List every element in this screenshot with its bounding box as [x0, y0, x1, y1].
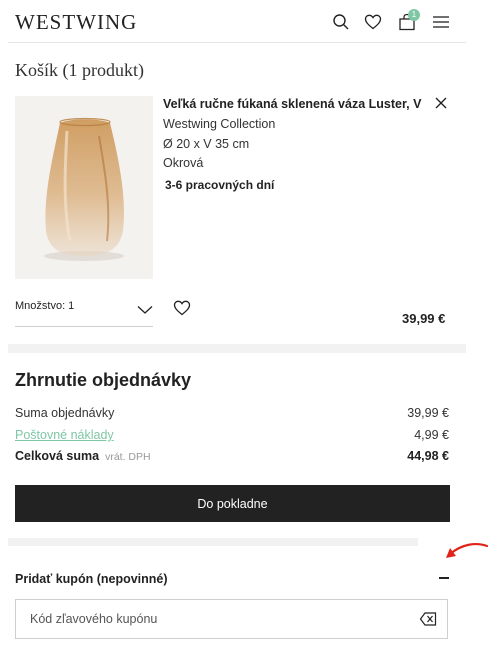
product-color: Okrová [163, 156, 204, 170]
wishlist-heart-icon[interactable] [173, 300, 191, 321]
product-dimensions: Ø 20 x V 35 cm [163, 137, 250, 151]
section-divider-2 [8, 538, 418, 546]
coupon-toggle-label[interactable]: Pridať kupón (nepovinné) [15, 572, 168, 586]
product-price: 39,99 € [402, 311, 446, 326]
clear-input-icon[interactable] [419, 611, 437, 627]
summary-title: Zhrnutie objednávky [15, 370, 192, 390]
shipping-link[interactable]: Poštovné náklady [15, 428, 114, 442]
search-icon[interactable] [331, 12, 351, 32]
checkout-button[interactable]: Do pokladne [15, 485, 450, 522]
subtotal-value: 39,99 € [407, 406, 449, 420]
coupon-input[interactable] [30, 600, 410, 638]
cart-count-badge: 1 [408, 9, 420, 21]
subtotal-label: Suma objednávky [15, 406, 115, 420]
collapse-minus-icon[interactable] [439, 577, 449, 579]
product-brand: Westwing Collection [163, 117, 276, 131]
total-value: 44,98 € [407, 449, 449, 463]
quantity-underline [15, 326, 153, 327]
product-name[interactable]: Veľká ručne fúkaná sklenená váza Luster,… [163, 97, 425, 111]
header-divider [8, 42, 466, 43]
chevron-down-icon[interactable] [137, 302, 153, 320]
heart-icon[interactable] [363, 12, 383, 32]
annotation-arrow-icon [438, 540, 489, 571]
vat-note: vrát. DPH [105, 451, 151, 463]
remove-item-icon[interactable] [434, 96, 448, 115]
total-row-label: Celková suma vrát. DPH [15, 449, 151, 463]
shipping-value: 4,99 € [414, 428, 449, 442]
section-divider [8, 344, 466, 353]
delivery-time: 3-6 pracovných dní [165, 178, 275, 192]
menu-icon[interactable] [431, 12, 451, 32]
quantity-select[interactable]: Množstvo: 1 [15, 300, 74, 312]
coupon-field [15, 599, 448, 639]
cart-title: Košík (1 produkt) [15, 60, 144, 80]
westwing-logo[interactable]: WESTWING [15, 10, 137, 35]
total-label: Celková suma [15, 449, 100, 463]
product-image[interactable] [15, 96, 153, 279]
